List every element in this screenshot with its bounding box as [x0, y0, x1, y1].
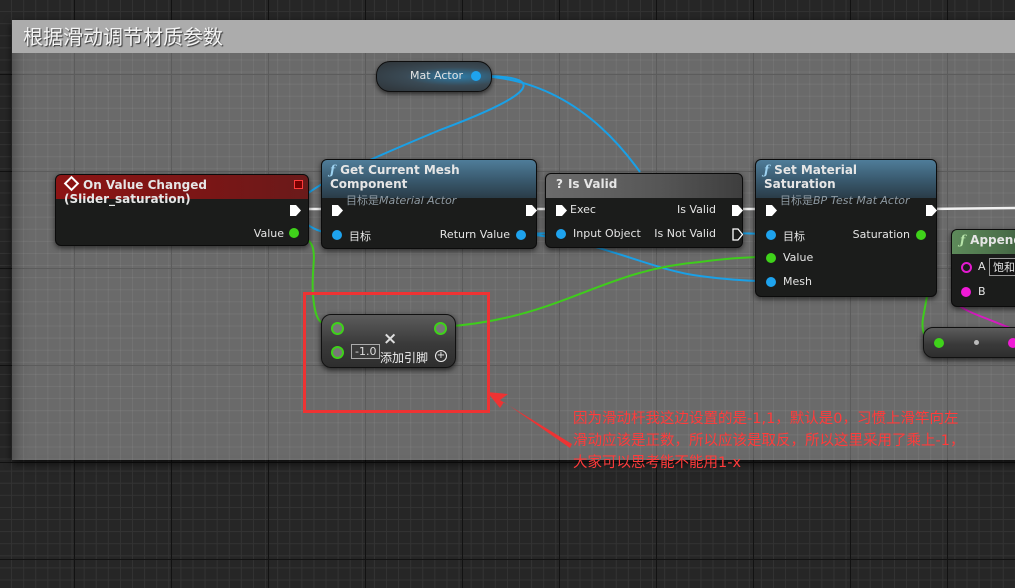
question-icon: ? [556, 177, 563, 191]
conversion-output-pin[interactable] [1008, 338, 1015, 348]
is-valid-title: Is Valid [567, 177, 618, 191]
delegate-pin-icon[interactable] [294, 180, 303, 189]
set-saturation-target-pin[interactable] [766, 230, 776, 240]
append-b-pin[interactable] [961, 287, 971, 297]
append-a-pin[interactable] [961, 262, 972, 273]
set-saturation-output-pin[interactable] [916, 230, 926, 240]
is-valid-input-label: Input Object [573, 227, 641, 240]
event-diamond-icon [63, 175, 80, 192]
append-a-input[interactable]: 饱和 [989, 258, 1015, 276]
mat-actor-variable-node[interactable]: Mat Actor [376, 61, 492, 92]
set-saturation-title: Set Material Saturation [764, 163, 858, 191]
is-valid-header: ? Is Valid [546, 174, 742, 198]
set-saturation-target-label: 目标 [783, 230, 805, 243]
is-valid-out-label: Is Valid [677, 203, 716, 216]
on-value-changed-event-node[interactable]: On Value Changed (Slider_saturation) Val… [55, 174, 309, 246]
append-b-label: B [978, 285, 986, 298]
annotation-line: 大家可以思考能不能用1-x [573, 455, 742, 471]
append-a-label: A [978, 260, 986, 273]
is-valid-input-object-pin[interactable] [556, 229, 566, 239]
function-icon: ƒ [764, 163, 770, 177]
exec-wire-set-out [924, 206, 1015, 211]
event-value-pin[interactable] [289, 228, 299, 238]
append-header: ƒ Append [952, 230, 1015, 254]
get-mesh-return-pin[interactable] [516, 230, 526, 240]
annotation-arrow [487, 392, 572, 448]
highlight-box [303, 292, 490, 413]
function-icon: ƒ [330, 163, 336, 177]
annotation-line: 滑动应该是正数，所以应该是取反，所以这里采用了乘上-1， [573, 433, 965, 449]
get-mesh-title: Get Current Mesh Component [330, 163, 460, 191]
set-saturation-value-label: Value [783, 251, 814, 264]
set-saturation-subtitle-target: BP Test Mat Actor [813, 194, 910, 207]
is-valid-exec-label: Exec [570, 203, 596, 216]
set-material-saturation-node[interactable]: ƒ Set Material Saturation 目标是BP Test Mat … [755, 159, 937, 297]
set-saturation-subtitle-prefix: 目标是 [780, 194, 813, 207]
is-not-valid-label: Is Not Valid [654, 227, 716, 240]
set-saturation-mesh-label: Mesh [783, 275, 812, 288]
event-node-header: On Value Changed (Slider_saturation) [56, 175, 308, 206]
event-value-label: Value [253, 227, 284, 240]
set-saturation-value-pin[interactable] [766, 253, 776, 263]
get-current-mesh-component-node[interactable]: ƒ Get Current Mesh Component 目标是Material … [321, 159, 537, 249]
mat-actor-label: Mat Actor [410, 69, 463, 82]
get-mesh-return-label: Return Value [439, 228, 510, 241]
conversion-center-dot [974, 340, 979, 345]
append-title: Append [970, 233, 1015, 247]
get-mesh-subtitle-target: Material Actor [379, 194, 457, 207]
mat-actor-output-pin[interactable] [471, 71, 481, 81]
append-node[interactable]: ƒ Append A 饱和 B [951, 229, 1015, 307]
event-node-title: On Value Changed (Slider_saturation) [64, 178, 207, 206]
wire-matactor-to-set-target [479, 75, 641, 173]
conversion-input-pin[interactable] [934, 338, 944, 348]
set-saturation-mesh-pin[interactable] [766, 277, 776, 287]
set-saturation-output-label: Saturation [852, 228, 910, 241]
get-mesh-target-pin[interactable] [332, 230, 342, 240]
annotation-line: 因为滑动杆我这边设置的是-1,1，默认是0，习惯上滑竿向左 [573, 411, 959, 427]
get-mesh-target-label: 目标 [349, 230, 371, 243]
get-mesh-subtitle-prefix: 目标是 [346, 194, 379, 207]
set-saturation-header: ƒ Set Material Saturation 目标是BP Test Mat … [756, 160, 936, 207]
get-mesh-header: ƒ Get Current Mesh Component 目标是Material … [322, 160, 536, 207]
conversion-node[interactable] [923, 327, 1015, 358]
is-valid-node[interactable]: ? Is Valid Exec Is Valid Input Object Is … [545, 173, 743, 248]
function-icon: ƒ [960, 233, 966, 247]
annotation-text: 因为滑动杆我这边设置的是-1,1，默认是0，习惯上滑竿向左 滑动应该是正数，所以… [573, 408, 1013, 474]
